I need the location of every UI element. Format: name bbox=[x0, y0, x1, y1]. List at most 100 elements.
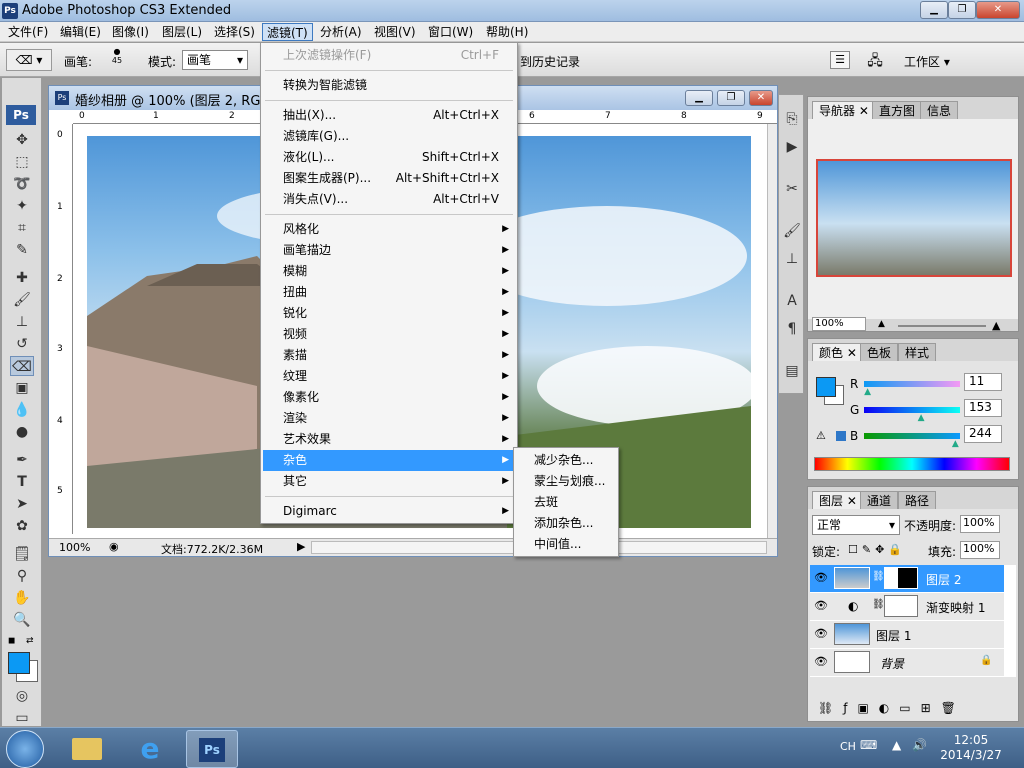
foreground-color-swatch[interactable] bbox=[8, 652, 30, 674]
path-selection-tool-icon[interactable]: ➤ bbox=[10, 494, 34, 514]
filter-menu-item[interactable]: 液化(L)... Shift+Ctrl+X bbox=[263, 147, 515, 168]
move-tool-icon[interactable]: ✥ bbox=[10, 130, 34, 150]
mode-select[interactable]: 画笔 ▾ bbox=[182, 50, 248, 70]
character-panel-icon[interactable]: A bbox=[780, 291, 804, 311]
filter-menu-item[interactable]: 像素化 ▶ bbox=[263, 387, 515, 408]
b-value[interactable]: 244 bbox=[964, 425, 1002, 443]
healing-brush-tool-icon[interactable]: ✚ bbox=[10, 268, 34, 288]
menu-window[interactable]: 窗口(W) bbox=[424, 23, 477, 41]
type-tool-icon[interactable]: T bbox=[10, 472, 34, 492]
gradient-tool-icon[interactable]: ▣ bbox=[10, 378, 34, 398]
filter-menu-item[interactable]: 图案生成器(P)... Alt+Shift+Ctrl+X bbox=[263, 168, 515, 189]
menu-file[interactable]: 文件(F) bbox=[4, 23, 52, 41]
layer-comps-icon[interactable]: ▤ bbox=[780, 361, 804, 381]
magic-wand-tool-icon[interactable]: ✦ bbox=[10, 196, 34, 216]
median-item[interactable]: 中间值... bbox=[516, 534, 616, 555]
zoom-level[interactable]: 100% bbox=[59, 541, 90, 554]
brush-tool-icon[interactable]: 🖌 bbox=[10, 290, 34, 310]
g-slider[interactable] bbox=[864, 407, 960, 413]
filter-menu-item[interactable]: 抽出(X)... Alt+Ctrl+X bbox=[263, 105, 515, 126]
web-color-icon[interactable] bbox=[836, 431, 846, 441]
despeckle-item[interactable]: 去斑 bbox=[516, 492, 616, 513]
reduce-noise-item[interactable]: 减少杂色... bbox=[516, 450, 616, 471]
filter-menu-item[interactable]: 素描 ▶ bbox=[263, 345, 515, 366]
zoom-tool-icon[interactable]: 🔍 bbox=[10, 610, 34, 630]
clone-source-icon[interactable]: ⊥ bbox=[780, 249, 804, 269]
keyboard-icon[interactable]: ⌨ bbox=[860, 738, 877, 752]
clone-stamp-tool-icon[interactable]: ⊥ bbox=[10, 312, 34, 332]
layer-row-layer1[interactable]: 👁 图层 1 bbox=[810, 621, 1004, 648]
slice-tool-icon[interactable]: ✎ bbox=[10, 240, 34, 260]
ie-taskbar-icon[interactable]: e bbox=[124, 730, 176, 768]
system-clock[interactable]: 12:05 2014/3/27 bbox=[930, 733, 1012, 763]
filter-menu-item[interactable]: 转换为智能滤镜 bbox=[263, 75, 515, 96]
eye-icon[interactable]: 👁 bbox=[814, 571, 828, 584]
filter-menu-item[interactable]: 杂色 ▶ bbox=[263, 450, 515, 471]
start-button[interactable] bbox=[6, 730, 44, 768]
actions-panel-icon[interactable]: ▶ bbox=[780, 137, 804, 157]
eye-icon[interactable]: 👁 bbox=[814, 627, 828, 640]
shape-tool-icon[interactable]: ✿ bbox=[10, 516, 34, 536]
explorer-taskbar-icon[interactable] bbox=[62, 730, 114, 768]
color-fg-swatch[interactable] bbox=[816, 377, 836, 397]
menu-image[interactable]: 图像(I) bbox=[108, 23, 153, 41]
history-brush-tool-icon[interactable]: ↺ bbox=[10, 334, 34, 354]
gamut-warning-icon[interactable]: ⚠ bbox=[816, 429, 826, 442]
navigator-thumbnail[interactable] bbox=[816, 159, 1012, 277]
layer-row-layer2[interactable]: 👁 ⛓ 图层 2 bbox=[810, 565, 1004, 592]
history-panel-icon[interactable]: ⎘ bbox=[780, 109, 804, 129]
opacity-input[interactable]: 100% bbox=[960, 515, 1000, 533]
notes-tool-icon[interactable]: 🗒 bbox=[10, 544, 34, 564]
menu-filter[interactable]: 滤镜(T) bbox=[262, 23, 313, 41]
brushes-panel-icon[interactable]: 🖌 bbox=[780, 221, 804, 241]
lock-icons[interactable]: ☐✎✥🔒 bbox=[848, 543, 906, 556]
filter-menu-item[interactable]: 模糊 ▶ bbox=[263, 261, 515, 282]
volume-icon[interactable]: 🔊 bbox=[912, 738, 927, 752]
layer-row-gradient-map[interactable]: 👁 ◐ ⛓ 渐变映射 1 bbox=[810, 593, 1004, 620]
eye-icon[interactable]: 👁 bbox=[814, 655, 828, 668]
tab-styles[interactable]: 样式 bbox=[898, 343, 937, 361]
bridge-icon[interactable]: 🖧 bbox=[862, 50, 888, 70]
doc-close-button[interactable]: ✕ bbox=[749, 90, 773, 106]
tab-layers[interactable]: 图层 ✕ bbox=[812, 491, 864, 509]
tab-color[interactable]: 颜色 ✕ bbox=[812, 343, 864, 361]
brush-picker[interactable]: ● 45 bbox=[100, 47, 134, 73]
filter-menu-item[interactable]: Digimarc ▶ bbox=[263, 501, 515, 522]
filter-menu-item[interactable]: 纹理 ▶ bbox=[263, 366, 515, 387]
menu-help[interactable]: 帮助(H) bbox=[482, 23, 532, 41]
default-colors-icon[interactable]: ◼ bbox=[8, 636, 18, 646]
photoshop-taskbar-icon[interactable]: Ps bbox=[186, 730, 238, 768]
workspace-button[interactable]: 工作区 ▾ bbox=[904, 53, 950, 70]
dust-and-scratches-item[interactable]: 蒙尘与划痕... bbox=[516, 471, 616, 492]
paragraph-panel-icon[interactable]: ¶ bbox=[780, 319, 804, 339]
quick-mask-icon[interactable]: ◎ bbox=[10, 686, 34, 706]
hand-tool-icon[interactable]: ✋ bbox=[10, 588, 34, 608]
filter-menu-item[interactable]: 消失点(V)... Alt+Ctrl+V bbox=[263, 189, 515, 210]
zoom-out-icon[interactable]: ▲ bbox=[878, 319, 885, 329]
pen-tool-icon[interactable]: ✒ bbox=[10, 450, 34, 470]
filter-menu-item[interactable]: 渲染 ▶ bbox=[263, 408, 515, 429]
tab-histogram[interactable]: 直方图 bbox=[872, 101, 923, 119]
filter-menu-item[interactable]: 滤镜库(G)... bbox=[263, 126, 515, 147]
layer-row-background[interactable]: 👁 背景 🔒 bbox=[810, 649, 1004, 676]
g-value[interactable]: 153 bbox=[964, 399, 1002, 417]
status-menu-icon[interactable]: ◉ bbox=[109, 540, 119, 553]
tool-presets-icon[interactable]: ✂ bbox=[780, 179, 804, 199]
fill-input[interactable]: 100% bbox=[960, 541, 1000, 559]
doc-maximize-button[interactable]: ❐ bbox=[717, 90, 745, 106]
filter-menu-item[interactable]: 锐化 ▶ bbox=[263, 303, 515, 324]
chain-icon[interactable]: ⛓ bbox=[872, 571, 885, 582]
eraser-tool-icon[interactable]: ⌫ bbox=[10, 356, 34, 376]
crop-tool-icon[interactable]: ⌗ bbox=[10, 218, 34, 238]
zoom-in-icon[interactable]: ▲ bbox=[992, 319, 1000, 332]
tab-info[interactable]: 信息 bbox=[920, 101, 959, 119]
lasso-tool-icon[interactable]: ➰ bbox=[10, 174, 34, 194]
filter-menu-item[interactable]: 艺术效果 ▶ bbox=[263, 429, 515, 450]
blend-mode-select[interactable]: 正常 ▾ bbox=[812, 515, 900, 535]
tab-navigator[interactable]: 导航器 ✕ bbox=[812, 101, 876, 119]
vertical-scrollbar[interactable] bbox=[767, 124, 777, 538]
filter-menu-item[interactable]: 风格化 ▶ bbox=[263, 219, 515, 240]
swap-colors-icon[interactable]: ⇄ bbox=[26, 636, 36, 646]
r-slider[interactable] bbox=[864, 381, 960, 387]
doc-minimize-button[interactable]: ▁ bbox=[685, 90, 713, 106]
